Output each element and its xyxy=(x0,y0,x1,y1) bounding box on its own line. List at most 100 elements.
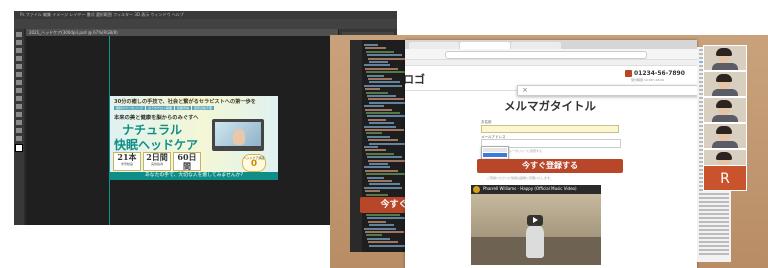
eyedropper-tool-icon[interactable] xyxy=(16,64,22,69)
autocomplete-option-selected[interactable] xyxy=(483,153,507,157)
browser-tab[interactable] xyxy=(511,42,561,49)
code-line xyxy=(368,57,408,60)
file-row[interactable] xyxy=(699,217,729,219)
file-row[interactable] xyxy=(699,205,729,207)
browser-window: ロゴ 01234-56-7890 受付時間 10:00〜18:00 メルマガタイ… xyxy=(405,40,697,268)
code-line xyxy=(366,173,406,176)
code-line xyxy=(368,118,386,121)
email-field[interactable] xyxy=(481,125,619,133)
shape-tool-icon[interactable] xyxy=(16,120,22,125)
banner-bottom-text: あなたの手で、大切な人を癒してみませんか? xyxy=(110,172,278,180)
code-line xyxy=(368,220,386,223)
browser-tabs xyxy=(405,40,697,49)
file-row[interactable] xyxy=(699,241,729,243)
participant-initial-tile[interactable]: R xyxy=(703,165,747,191)
browser-toolbar xyxy=(405,49,697,60)
participant-tile[interactable] xyxy=(703,97,747,123)
code-line xyxy=(368,180,392,182)
code-line xyxy=(368,78,392,80)
document-tab[interactable]: 2021_ヘッドケア(300dpi).psd @ 67%(RGB/8) xyxy=(26,29,339,36)
code-line xyxy=(368,159,408,162)
code-line xyxy=(365,169,398,172)
participant-hair xyxy=(716,152,732,160)
lasso-tool-icon[interactable] xyxy=(16,48,22,53)
file-row[interactable] xyxy=(699,245,729,247)
code-line xyxy=(366,234,382,237)
pen-tool-icon[interactable] xyxy=(16,104,22,109)
code-line xyxy=(369,163,388,165)
file-row[interactable] xyxy=(699,233,729,235)
code-line xyxy=(366,214,400,216)
banner-top-text: 30分の癒しの手技で、社会と繋がるセラピストへの第一歩を xyxy=(114,99,256,105)
marquee-tool-icon[interactable] xyxy=(16,40,22,45)
code-line xyxy=(365,190,380,193)
gradient-tool-icon[interactable] xyxy=(16,96,22,101)
photoshop-menubar[interactable]: Ps ファイル 編集 イメージ レイヤー 書式 選択範囲 フィルター 3D 表示… xyxy=(14,11,397,19)
banner-tags: 無料カウンセリング おうちサロン開業 短期習得 国家資格不要 xyxy=(114,106,215,110)
laptop-screen xyxy=(215,122,261,146)
file-row[interactable] xyxy=(699,209,729,211)
photoshop-canvas[interactable]: 30分の癒しの手技で、社会と繋がるセラピストへの第一歩を 無料カウンセリング お… xyxy=(26,36,336,225)
phone-icon xyxy=(625,70,632,77)
browser-tab[interactable] xyxy=(409,42,459,49)
photoshop-toolbar[interactable] xyxy=(14,29,24,225)
participant-tile[interactable] xyxy=(703,71,747,97)
play-button-icon[interactable] xyxy=(527,215,543,226)
subscribe-button[interactable]: 今すぐ登録する xyxy=(477,159,623,173)
file-row[interactable] xyxy=(699,237,729,239)
stamp-tool-icon[interactable] xyxy=(16,80,22,85)
stat-box: 21本 学習動画 xyxy=(113,152,141,171)
banner-tag: おうちサロン開業 xyxy=(146,106,175,110)
participant-hair xyxy=(716,126,732,134)
close-icon[interactable]: × xyxy=(522,86,528,94)
channel-avatar[interactable] xyxy=(473,186,480,193)
photoshop-options-bar[interactable] xyxy=(14,19,397,29)
participant-tile[interactable] xyxy=(703,123,747,149)
hand-tool-icon[interactable] xyxy=(16,128,22,133)
code-line xyxy=(369,101,408,104)
stat-box: 2日間 実技指導 xyxy=(143,152,171,171)
file-row[interactable] xyxy=(699,201,729,203)
video-embed[interactable]: Pharrell Williams - Happy (Official Musi… xyxy=(471,185,601,265)
code-line xyxy=(364,105,384,108)
zoom-tool-icon[interactable] xyxy=(16,136,22,141)
color-swatch-icon[interactable] xyxy=(15,144,23,152)
code-line xyxy=(367,217,408,220)
crop-tool-icon[interactable] xyxy=(16,56,22,61)
code-line xyxy=(369,244,406,247)
brush-tool-icon[interactable] xyxy=(16,72,22,77)
move-tool-icon[interactable] xyxy=(16,32,22,37)
participant-tile[interactable] xyxy=(703,45,747,71)
video-title[interactable]: Pharrell Williams - Happy (Official Musi… xyxy=(483,186,577,191)
participant-body xyxy=(712,89,738,96)
file-row[interactable] xyxy=(699,253,729,255)
text-tool-icon[interactable] xyxy=(16,112,22,117)
code-line xyxy=(364,166,390,169)
autocomplete-option[interactable] xyxy=(483,148,507,152)
file-row[interactable] xyxy=(699,225,729,227)
address-bar[interactable] xyxy=(445,51,647,59)
phone-text: 01234-56-7890 xyxy=(634,70,685,77)
file-row[interactable] xyxy=(699,197,729,199)
participant-hair xyxy=(716,100,732,108)
browser-popup[interactable]: × xyxy=(517,85,697,96)
code-line xyxy=(368,98,404,101)
code-editor-window[interactable] xyxy=(350,40,408,252)
file-row[interactable] xyxy=(699,249,729,251)
participant-body xyxy=(712,141,738,148)
code-line xyxy=(369,122,394,125)
site-logo[interactable]: ロゴ xyxy=(405,71,425,87)
file-row[interactable] xyxy=(699,213,729,215)
browser-tab-active[interactable] xyxy=(460,42,510,49)
code-line xyxy=(364,84,402,87)
file-row[interactable] xyxy=(699,229,729,231)
eraser-tool-icon[interactable] xyxy=(16,88,22,93)
stat-label: 学習動画 xyxy=(120,162,133,166)
banner-tag: 国家資格不要 xyxy=(192,106,215,110)
code-line xyxy=(366,91,388,94)
code-line xyxy=(367,54,402,57)
code-line xyxy=(366,193,388,196)
code-line xyxy=(367,115,408,118)
file-row[interactable] xyxy=(699,221,729,223)
editor-sidebar[interactable] xyxy=(350,40,362,252)
